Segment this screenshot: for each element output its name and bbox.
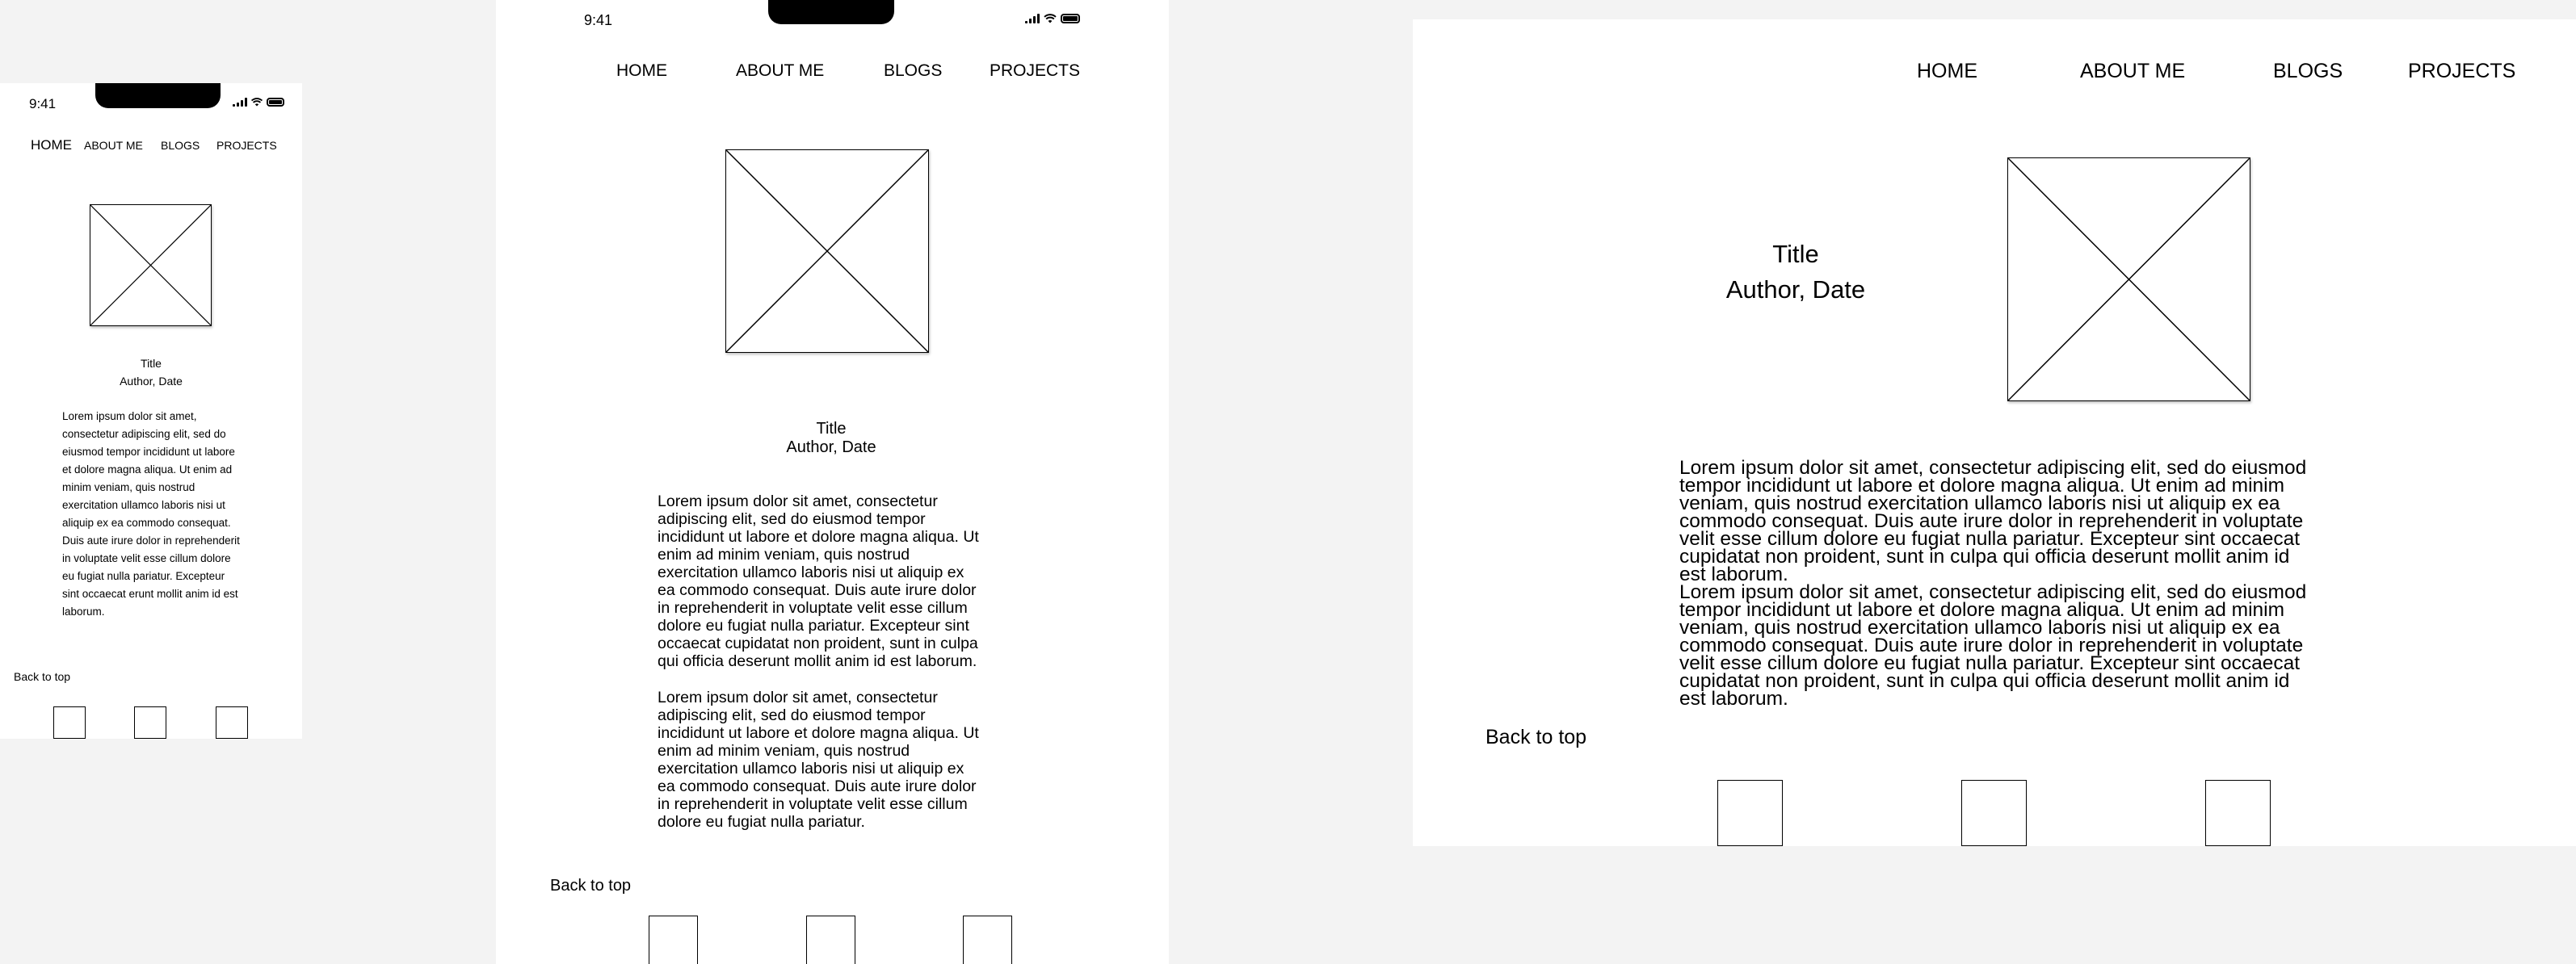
- post-title: Title: [816, 420, 847, 438]
- footer-link-box[interactable]: [1717, 780, 1783, 846]
- wifi-icon: [251, 98, 263, 107]
- desktop-frame: HOME ABOUT ME BLOGS PROJECTS Title Autho…: [1413, 19, 2576, 846]
- nav-projects[interactable]: PROJECTS: [2408, 60, 2515, 83]
- mobile-frame: 9:41 HOME ABOUT ME BLOGS PROJECTS Title …: [0, 83, 302, 739]
- nav-home[interactable]: HOME: [616, 61, 667, 81]
- nav-blogs[interactable]: BLOGS: [2273, 60, 2343, 83]
- nav-projects[interactable]: PROJECTS: [216, 139, 277, 152]
- status-time: 9:41: [29, 96, 57, 111]
- image-placeholder: [725, 149, 929, 353]
- post-body: Lorem ipsum dolor sit amet, consectetur …: [62, 410, 240, 618]
- post-title: Title: [141, 357, 162, 370]
- post-paragraph: Lorem ipsum dolor sit amet, consectetur …: [658, 689, 979, 831]
- nav-about-me[interactable]: ABOUT ME: [2080, 60, 2185, 83]
- nav-home[interactable]: HOME: [31, 137, 72, 153]
- back-to-top-link[interactable]: Back to top: [550, 877, 631, 895]
- post-paragraph: Lorem ipsum dolor sit amet, consectetur …: [658, 492, 979, 670]
- footer-link-box[interactable]: [806, 916, 855, 964]
- status-time: 9:41: [584, 12, 613, 28]
- battery-icon: [267, 98, 284, 107]
- device-notch: [768, 0, 894, 24]
- footer-link-box[interactable]: [2205, 780, 2271, 846]
- nav-blogs[interactable]: BLOGS: [161, 139, 200, 152]
- post-paragraph: Lorem ipsum dolor sit amet, consectetur …: [1679, 457, 2307, 585]
- signal-icon: [233, 98, 247, 107]
- back-to-top-link[interactable]: Back to top: [1486, 726, 1586, 749]
- footer-link-box[interactable]: [53, 706, 86, 739]
- status-icons: [233, 98, 284, 107]
- back-to-top-link[interactable]: Back to top: [14, 670, 70, 683]
- nav-projects[interactable]: PROJECTS: [990, 61, 1080, 81]
- post-meta: Author, Date: [786, 438, 876, 456]
- post-meta: Author, Date: [120, 375, 183, 388]
- footer-link-box[interactable]: [963, 916, 1012, 964]
- footer-link-box[interactable]: [216, 706, 248, 739]
- signal-icon: [1025, 14, 1040, 23]
- image-placeholder: [2007, 157, 2250, 401]
- post-paragraph: Lorem ipsum dolor sit amet, consectetur …: [1679, 581, 2307, 710]
- tablet-frame: 9:41 HOME ABOUT ME BLOGS PROJECTS Title …: [496, 0, 1169, 964]
- wifi-icon: [1044, 14, 1057, 23]
- image-placeholder: [90, 204, 212, 326]
- nav-about-me[interactable]: ABOUT ME: [84, 139, 143, 152]
- battery-icon: [1061, 14, 1080, 23]
- post-meta: Author, Date: [1725, 275, 1866, 304]
- nav-home[interactable]: HOME: [1917, 60, 1977, 83]
- post-title: Title: [1772, 240, 1819, 268]
- device-notch: [95, 83, 221, 108]
- nav-about-me[interactable]: ABOUT ME: [736, 61, 824, 81]
- status-icons: [1025, 14, 1080, 23]
- footer-link-box[interactable]: [649, 916, 698, 964]
- nav-blogs[interactable]: BLOGS: [884, 61, 942, 81]
- footer-link-box[interactable]: [1961, 780, 2027, 846]
- footer-link-box[interactable]: [134, 706, 166, 739]
